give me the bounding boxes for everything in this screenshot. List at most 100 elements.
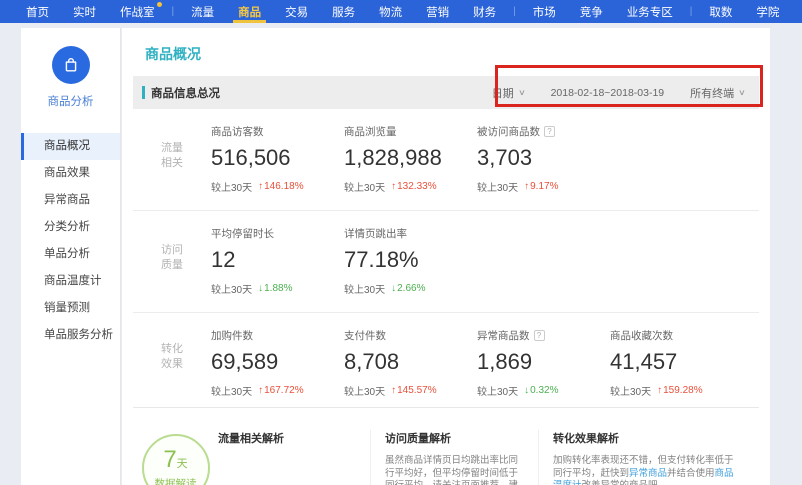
- metric-compare: 较上30天 ↓2.66%: [344, 281, 477, 296]
- sidebar-item-label: 商品效果: [44, 167, 90, 179]
- metric-title-text: 详情页跳出率: [344, 226, 407, 241]
- metric-title-text: 加购件数: [211, 328, 253, 343]
- metric-compare: 较上30天↑9.17%: [477, 179, 610, 194]
- section-title: 商品信息总况: [142, 85, 220, 101]
- sidebar-item-label: 异常商品: [44, 194, 90, 206]
- nav-item-label: 取数: [709, 4, 732, 20]
- compare-percent: 9.17%: [530, 181, 558, 192]
- compare-percent: 159.28%: [663, 385, 702, 396]
- metric-value: 516,506: [211, 145, 344, 171]
- sidebar-item-4[interactable]: 单品分析: [21, 241, 120, 268]
- nav-item-5[interactable]: 商品: [226, 0, 273, 23]
- metric-title-text: 商品浏览量: [344, 124, 397, 139]
- nav-item-2[interactable]: 作战室: [108, 0, 167, 23]
- compare-percent: 1.88%: [264, 283, 292, 294]
- insight-text-segment: 改善异常的商品吧: [582, 480, 658, 485]
- metric-card: 商品访客数 516,506 较上30天↑146.18%: [211, 124, 344, 210]
- group-label-line: 效果: [161, 357, 183, 372]
- nav-item-label: 财务: [473, 4, 496, 20]
- nav-item-17[interactable]: 学院: [744, 0, 791, 23]
- insight-link[interactable]: 异常商品: [629, 468, 667, 479]
- metric-group-label: 流量相关: [133, 124, 211, 210]
- nav-item-label: 商品: [238, 4, 261, 20]
- chevron-down-icon: ∨: [738, 88, 746, 97]
- section-title-text: 商品信息总况: [151, 85, 220, 101]
- sidebar-item-2[interactable]: 异常商品: [21, 187, 120, 214]
- nav-item-label: 竞争: [580, 4, 603, 20]
- nav-item-10[interactable]: 财务: [461, 0, 508, 23]
- date-range-picker[interactable]: 2018-02-18~2018-03-19: [551, 87, 665, 99]
- main-panel: 商品概况 商品信息总况 日期 ∨ 2018-02-18~2018-03-19 所…: [122, 28, 770, 485]
- metric-compare: 较上30天↑146.18%: [211, 179, 344, 194]
- sidebar-item-7[interactable]: 单品服务分析: [21, 322, 120, 349]
- sidebar-item-0[interactable]: 商品概况: [21, 133, 120, 160]
- down-arrow-icon: ↓: [258, 283, 263, 294]
- sidebar-item-3[interactable]: 分类分析: [21, 214, 120, 241]
- nav-item-6[interactable]: 交易: [273, 0, 320, 23]
- up-arrow-icon: ↑: [258, 385, 263, 396]
- up-arrow-icon: ↑: [391, 385, 396, 396]
- sidebar-item-1[interactable]: 商品效果: [21, 160, 120, 187]
- metric-compare: 较上30天↑132.33%: [344, 179, 477, 194]
- sidebar-item-label: 单品服务分析: [44, 329, 113, 341]
- compare-label: 较上30天: [344, 281, 385, 296]
- nav-item-14[interactable]: 业务专区: [615, 0, 685, 23]
- metric-value: 8,708: [344, 349, 477, 375]
- down-arrow-icon: ↓: [524, 385, 529, 396]
- filter-controls: 日期 ∨ 2018-02-18~2018-03-19 所有终端 ∨: [492, 85, 745, 101]
- section-bar: 商品信息总况 日期 ∨ 2018-02-18~2018-03-19 所有终端 ∨: [133, 76, 759, 109]
- nav-item-0[interactable]: 首页: [14, 0, 61, 23]
- nav-item-label: 市场: [533, 4, 556, 20]
- insight-text: 加购转化率表现还不错，但支付转化率低于同行平均，赶快到异常商品并结合使用商品温度…: [553, 455, 742, 485]
- nav-item-16[interactable]: 取数: [697, 0, 744, 23]
- nav-item-9[interactable]: 营销: [414, 0, 461, 23]
- insight-columns: 流量相关解析访问质量解析虽然商品详情页日均跳出率比同行平均好，但平均停留时间低于…: [218, 430, 756, 485]
- chevron-down-icon: ∨: [518, 88, 526, 97]
- help-icon[interactable]: ?: [534, 330, 545, 341]
- sidebar-menu: 商品概况商品效果异常商品分类分析单品分析商品温度计销量预测单品服务分析: [21, 133, 120, 349]
- help-icon[interactable]: ?: [544, 126, 555, 137]
- group-label-line: 质量: [161, 258, 183, 273]
- metric-title-text: 被访问商品数: [477, 124, 540, 139]
- metric-group-label: 访问质量: [133, 226, 211, 312]
- metric-value: 69,589: [211, 349, 344, 375]
- sidebar-item-label: 销量预测: [44, 302, 90, 314]
- nav-item-label: 交易: [285, 4, 308, 20]
- nav-item-13[interactable]: 竞争: [568, 0, 615, 23]
- metric-compare: 较上30天↓0.32%: [477, 383, 610, 398]
- metric-title: 商品访客数: [211, 124, 344, 138]
- nav-item-label: 物流: [379, 4, 402, 20]
- metric-value: 41,457: [610, 349, 743, 375]
- screen: 首页实时作战室|流量商品交易服务物流营销财务|市场竞争业务专区|取数学院 商品分…: [0, 0, 802, 485]
- group-label-line: 相关: [161, 156, 183, 171]
- date-type-dropdown[interactable]: 日期 ∨: [492, 85, 525, 101]
- nav-item-1[interactable]: 实时: [61, 0, 108, 23]
- metric-value: 12: [211, 247, 344, 273]
- insight-column-2: 访问质量解析虽然商品详情页日均跳出率比同行平均好，但平均停留时间低于同行平均，请…: [370, 430, 538, 485]
- sidebar-item-5[interactable]: 商品温度计: [21, 268, 120, 295]
- metric-title: 商品收藏次数: [610, 328, 743, 342]
- nav-item-label: 实时: [73, 4, 96, 20]
- data-insight-badge: 7天 数据解读: [142, 434, 210, 485]
- sidebar-item-6[interactable]: 销量预测: [21, 295, 120, 322]
- nav-item-8[interactable]: 物流: [367, 0, 414, 23]
- nav-divider: |: [685, 0, 698, 23]
- metric-value: 1,869: [477, 349, 610, 375]
- insight-badge-wrap: 7天 数据解读: [133, 430, 218, 485]
- compare-label: 较上30天: [344, 383, 385, 398]
- compare-label: 较上30天: [610, 383, 651, 398]
- terminal-dropdown[interactable]: 所有终端 ∨: [690, 85, 745, 101]
- sidebar-group-label: 商品分析: [21, 93, 120, 109]
- compare-percent: 145.57%: [397, 385, 436, 396]
- nav-item-7[interactable]: 服务: [320, 0, 367, 23]
- group-label-line: 访问: [161, 243, 183, 258]
- metric-row-1: 流量相关商品访客数516,506较上30天↑146.18%商品浏览量1,828,…: [133, 109, 759, 210]
- metric-value: 77.18%: [344, 247, 477, 273]
- up-arrow-icon: ↑: [391, 181, 396, 192]
- nav-item-label: 流量: [191, 4, 214, 20]
- sidebar-header: 商品分析: [21, 28, 120, 109]
- down-arrow-icon: ↓: [391, 283, 396, 294]
- nav-item-4[interactable]: 流量: [179, 0, 226, 23]
- nav-item-12[interactable]: 市场: [521, 0, 568, 23]
- compare-percent: 2.66%: [397, 283, 425, 294]
